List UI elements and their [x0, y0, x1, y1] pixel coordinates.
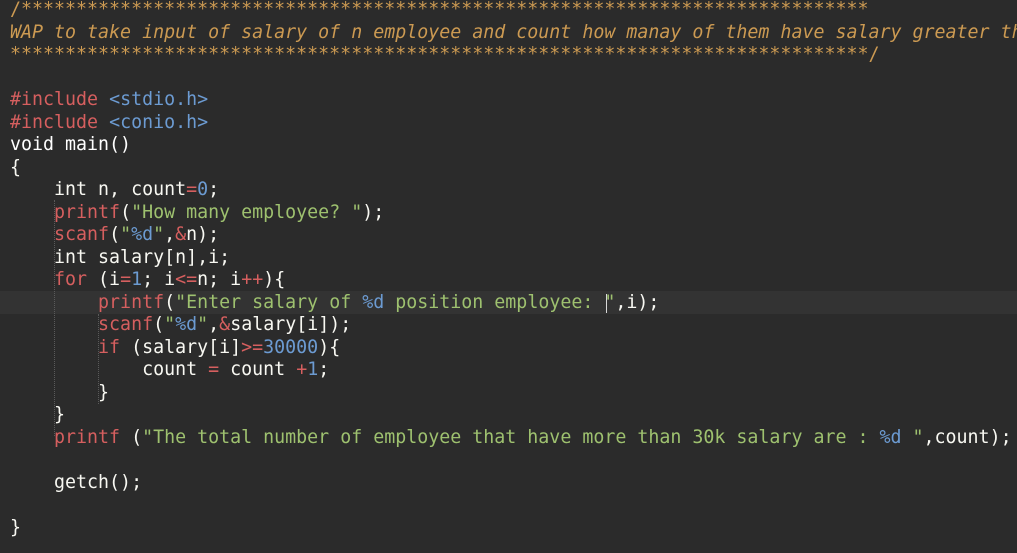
code-line-6[interactable]: #include <conio.h> — [10, 112, 208, 135]
code-text: n; i — [197, 269, 242, 290]
string-literal: " — [164, 314, 176, 335]
code-text: salary[i]); — [230, 314, 352, 335]
function-name: scanf — [10, 224, 110, 245]
operator: = — [186, 179, 198, 200]
format-specifier: %d — [131, 224, 154, 245]
code-line-7[interactable]: void main() — [10, 134, 131, 157]
code-text: count — [219, 359, 297, 380]
code-text: ); — [362, 202, 385, 223]
code-line-12[interactable]: int salary[n],i; — [10, 247, 230, 270]
code-text: (i — [87, 269, 121, 290]
include-directive: #include — [10, 112, 110, 133]
code-text: ,i); — [615, 292, 660, 313]
code-text: } — [10, 404, 66, 425]
operator: + — [296, 359, 308, 380]
number: 0 — [197, 179, 209, 200]
code-line-18[interactable]: } — [10, 382, 109, 405]
code-text: ( — [120, 427, 143, 448]
function-name: printf — [10, 292, 165, 313]
format-specifier: %d — [879, 427, 902, 448]
code-line-11[interactable]: scanf("%d",&n); — [10, 224, 219, 247]
code-line-14[interactable]: printf("Enter salary of %d position empl… — [10, 292, 659, 315]
string-literal: "The total number of employee that have … — [142, 427, 880, 448]
comment-text: WAP to take input of salary of n employe… — [10, 22, 1017, 43]
operator: = — [120, 269, 132, 290]
code-text: int n, count — [10, 179, 187, 200]
operator: & — [175, 224, 187, 245]
code-line-24[interactable]: } — [10, 517, 21, 540]
code-text: ; i — [142, 269, 176, 290]
code-text: count — [10, 359, 209, 380]
string-literal: position employee: " — [384, 292, 616, 313]
code-line-3[interactable]: ****************************************… — [10, 44, 880, 67]
string-literal: "Enter salary of — [175, 292, 363, 313]
string-literal: " — [153, 224, 165, 245]
code-text: ( — [109, 224, 121, 245]
number: 30000 — [263, 337, 319, 358]
text-cursor — [606, 294, 607, 313]
code-text: ,count); — [923, 427, 1012, 448]
code-line-5[interactable]: #include <stdio.h> — [10, 89, 208, 112]
code-line-20[interactable]: printf ("The total number of employee th… — [10, 427, 1012, 450]
code-text: int salary[n],i; — [10, 247, 231, 268]
string-literal: " — [197, 314, 209, 335]
code-text: ; — [208, 179, 220, 200]
comment-stars: ****************************************… — [10, 44, 880, 65]
code-line-15[interactable]: scanf("%d",&salary[i]); — [10, 314, 351, 337]
number: 1 — [131, 269, 143, 290]
code-text: ( — [153, 314, 165, 335]
code-text: ){ — [263, 269, 286, 290]
code-line-8[interactable]: { — [10, 157, 21, 180]
function-name: printf — [10, 427, 121, 448]
function-name: scanf — [10, 314, 154, 335]
string-literal: "How many employee? " — [131, 202, 363, 223]
code-text: { — [10, 157, 22, 178]
code-text: } — [10, 517, 22, 538]
code-text: getch(); — [10, 472, 143, 493]
code-line-10[interactable]: printf("How many employee? "); — [10, 202, 384, 225]
code-text: } — [10, 382, 110, 403]
keyword: for — [10, 269, 88, 290]
code-line-2[interactable]: WAP to take input of salary of n employe… — [10, 22, 1017, 45]
code-line-1[interactable]: /***************************************… — [10, 0, 869, 22]
code-line-16[interactable]: if (salary[i]>=30000){ — [10, 337, 340, 360]
include-directive: #include — [10, 89, 110, 110]
code-text: void main() — [10, 134, 132, 155]
include-file: <stdio.h> — [109, 89, 209, 110]
number: 1 — [307, 359, 319, 380]
code-editor[interactable]: /***************************************… — [0, 0, 1017, 553]
code-line-19[interactable]: } — [10, 404, 65, 427]
code-text: ){ — [318, 337, 341, 358]
code-text: n); — [186, 224, 220, 245]
code-line-9[interactable]: int n, count=0; — [10, 179, 219, 202]
code-text: , — [164, 224, 176, 245]
format-specifier: %d — [175, 314, 198, 335]
operator: <= — [175, 269, 198, 290]
keyword: if — [10, 337, 121, 358]
string-literal: " — [901, 427, 924, 448]
operator: >= — [241, 337, 264, 358]
code-text: ; — [318, 359, 330, 380]
code-text: (salary[i] — [120, 337, 242, 358]
code-text: ( — [164, 292, 176, 313]
include-file: <conio.h> — [109, 112, 209, 133]
code-line-13[interactable]: for (i=1; i<=n; i++){ — [10, 269, 285, 292]
format-specifier: %d — [362, 292, 385, 313]
code-line-22[interactable]: getch(); — [10, 472, 142, 495]
code-line-17[interactable]: count = count +1; — [10, 359, 329, 382]
function-name: printf — [10, 202, 121, 223]
comment-stars: /***************************************… — [10, 0, 869, 20]
string-literal: " — [120, 224, 132, 245]
operator: & — [219, 314, 231, 335]
code-text: , — [208, 314, 220, 335]
code-text: ( — [120, 202, 132, 223]
operator: ++ — [241, 269, 264, 290]
operator: = — [208, 359, 220, 380]
